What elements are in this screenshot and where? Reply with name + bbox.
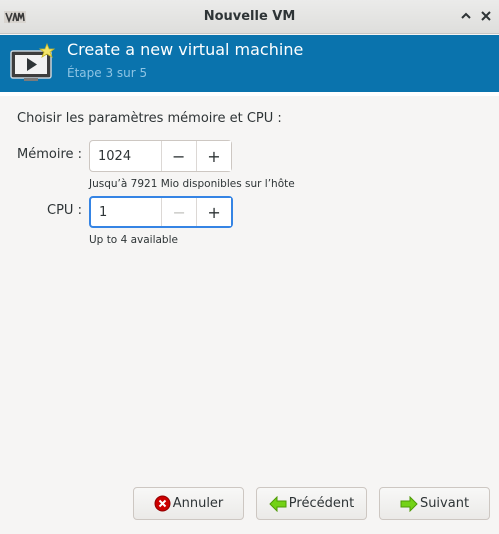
memory-label: Mémoire : [17,147,83,162]
memory-input[interactable]: 1024 [90,141,161,171]
arrow-left-icon [269,495,287,512]
forward-button-label: Suivant [419,496,470,511]
cpu-spinner: 1 − + [89,196,233,228]
chevron-up-icon[interactable] [459,9,473,23]
wizard-header: Create a new virtual machine Étape 3 sur… [0,35,499,92]
memory-spinner: 1024 − + [89,140,232,172]
monitor-play-new-icon [10,43,56,81]
arrow-right-icon [400,495,418,512]
wizard-title: Create a new virtual machine [67,40,304,59]
back-button-label: Précédent [288,496,355,511]
memory-increment-button[interactable]: + [195,141,232,171]
header-separator [0,92,499,96]
cpu-increment-button[interactable]: + [196,198,231,226]
wizard-step: Étape 3 sur 5 [67,66,148,80]
window-title: Nouvelle VM [203,9,296,24]
memory-decrement-button[interactable]: − [160,141,196,171]
close-icon[interactable] [479,9,493,23]
forward-button[interactable]: Suivant [379,487,490,520]
cpu-label: CPU : [47,203,82,218]
cpu-hint: Up to 4 available [89,234,178,246]
title-bar: Nouvelle VM [0,0,499,34]
cancel-icon [154,495,171,512]
back-button[interactable]: Précédent [256,487,367,520]
cancel-button[interactable]: Annuler [133,487,244,520]
cpu-decrement-button[interactable]: − [161,198,197,226]
memory-hint: Jusqu’à 7921 Mio disponibles sur l’hôte [89,178,295,190]
section-heading: Choisir les paramètres mémoire et CPU : [17,111,282,126]
cpu-input[interactable]: 1 [91,198,161,226]
cancel-button-label: Annuler [172,496,224,511]
